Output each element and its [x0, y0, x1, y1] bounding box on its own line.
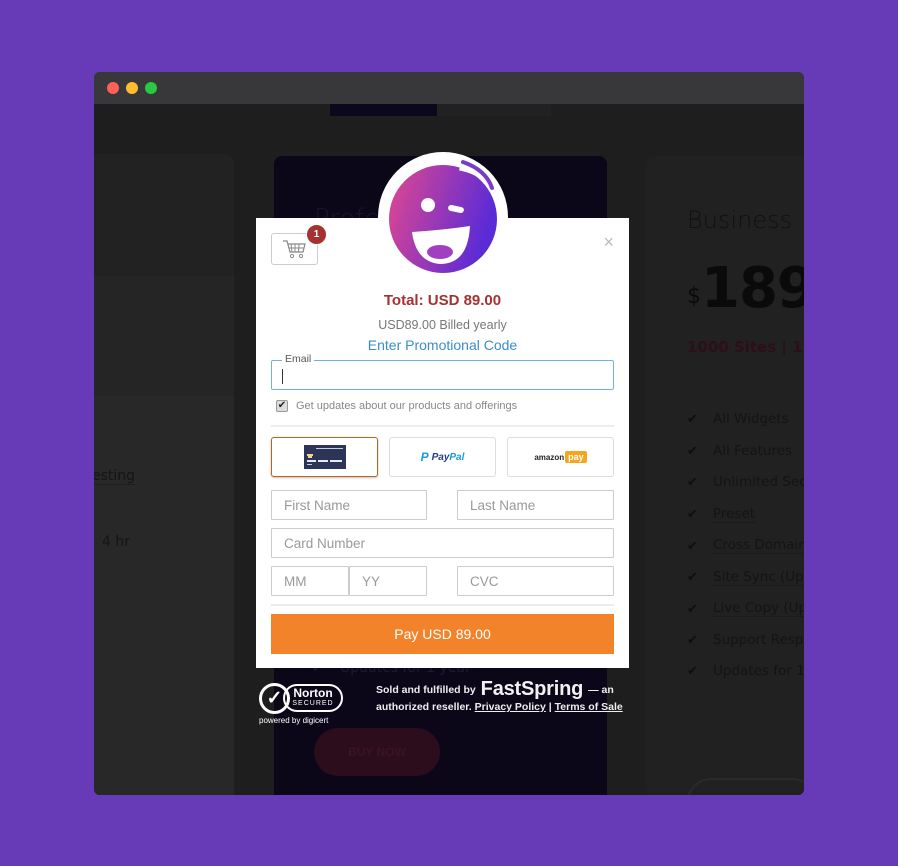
- billing-toggle-inactive: [437, 104, 551, 116]
- paypal-logo: P PayPal: [420, 450, 465, 464]
- cvc-input[interactable]: CVC: [457, 566, 614, 596]
- check-icon: ✔: [687, 474, 698, 489]
- plan-sites: 1000 Sites | 1 Y: [687, 338, 804, 356]
- plan-price: $189: [687, 256, 804, 321]
- updates-checkbox[interactable]: ✔: [276, 400, 288, 412]
- window-titlebar: [94, 72, 804, 104]
- plan-feature-label: Live Copy (Upc: [713, 600, 804, 617]
- check-icon: ✔: [687, 600, 698, 616]
- billing-toggle-active: [330, 104, 437, 116]
- checkout-modal: 1 × Total: USD 89.00 USD89.00 Billed yea…: [256, 218, 629, 668]
- plan-feature: ✔ Cross Domain: [687, 537, 804, 554]
- email-label: Email: [282, 353, 315, 365]
- updates-checkbox-row[interactable]: ✔ Get updates about our products and off…: [276, 400, 517, 412]
- close-icon[interactable]: ×: [603, 232, 614, 253]
- plan-feature-label: Preset: [713, 505, 756, 523]
- email-field[interactable]: Email: [271, 353, 614, 390]
- plan-feature: ✔ Live Copy (Upc: [687, 600, 804, 617]
- check-icon: ✔: [687, 663, 698, 678]
- check-icon: ✔: [687, 537, 698, 553]
- plan-feature-label: Cross Domain: [713, 537, 804, 554]
- norton-secured-badge: ✓ Norton SECURED powered by digicert: [259, 680, 349, 728]
- plan-title: Business: [687, 206, 793, 234]
- check-icon: ✔: [687, 631, 698, 647]
- pricing-card-business: Business $189 1000 Sites | 1 Y ✔ All Widg…: [646, 156, 804, 795]
- plan-feature-label: Updates for 1: [713, 663, 804, 679]
- credit-card-icon: [303, 445, 346, 469]
- cart-count-badge: 1: [306, 224, 327, 245]
- plan-feature: ✔ Preset: [687, 505, 756, 523]
- check-icon: ✔: [687, 442, 698, 458]
- expiry-year-input[interactable]: YY: [349, 566, 427, 596]
- plan-feature-label: All Widgets: [713, 411, 789, 427]
- plan-feature: ✔ All Widgets: [687, 411, 789, 427]
- smiley-logo-icon: [381, 155, 505, 279]
- payment-method-paypal[interactable]: P PayPal: [389, 437, 496, 477]
- paypal-icon: P: [420, 450, 429, 464]
- billing-period: USD89.00 Billed yearly: [378, 318, 507, 332]
- amazon-pay-logo: amazon pay: [534, 451, 587, 463]
- check-icon: ✔: [687, 569, 698, 584]
- brand-logo: [378, 152, 508, 282]
- divider: [271, 604, 614, 606]
- left-feature-2: 4 hr: [102, 534, 130, 550]
- promo-code-link[interactable]: Enter Promotional Code: [256, 337, 629, 353]
- order-total: Total: USD 89.00: [383, 292, 502, 309]
- plan-feature: ✔ Support Respo: [687, 632, 804, 648]
- payment-method-amazon-pay[interactable]: amazon pay: [507, 437, 614, 477]
- plan-feature-label: All Features: [713, 442, 793, 459]
- pay-button[interactable]: Pay USD 89.00: [271, 614, 614, 654]
- fastspring-logo: FastSpring: [480, 678, 584, 700]
- updates-label: Get updates about our products and offer…: [296, 400, 518, 412]
- last-name-input[interactable]: Last Name: [457, 490, 614, 520]
- card-number-input[interactable]: Card Number: [271, 528, 614, 558]
- minimize-window-button[interactable]: [126, 82, 138, 94]
- buy-now-button[interactable]: BUY NOW: [687, 778, 804, 795]
- cart-icon: [282, 240, 306, 259]
- plan-feature: ✔ Unlimited Sect: [687, 474, 804, 490]
- plan-feature: ✔ Updates for 1: [687, 663, 804, 679]
- terms-of-sale-link[interactable]: Terms of Sale: [555, 701, 623, 713]
- divider: [271, 425, 614, 427]
- check-icon: ✔: [687, 506, 698, 521]
- check-icon: ✔: [687, 411, 698, 426]
- close-window-button[interactable]: [107, 82, 119, 94]
- plan-feature-label: Unlimited Sect: [713, 474, 804, 490]
- payment-method-card[interactable]: [271, 437, 378, 477]
- buy-now-button[interactable]: BUY NOW: [314, 728, 440, 776]
- left-feature-1: esting: [94, 468, 136, 485]
- fastspring-notice: Sold and fulfilled by FastSpring — an au…: [376, 678, 623, 713]
- plan-feature: ✔ All Features: [687, 443, 792, 459]
- plan-feature-label: Support Respo: [713, 631, 804, 648]
- plan-feature: ✔ Site Sync (Upc: [687, 569, 804, 586]
- privacy-policy-link[interactable]: Privacy Policy: [475, 701, 546, 713]
- first-name-input[interactable]: First Name: [271, 490, 427, 520]
- expiry-month-input[interactable]: MM: [271, 566, 349, 596]
- text-caret: [282, 369, 283, 384]
- plan-feature-label: Site Sync (Upc: [713, 569, 804, 586]
- maximize-window-button[interactable]: [145, 82, 157, 94]
